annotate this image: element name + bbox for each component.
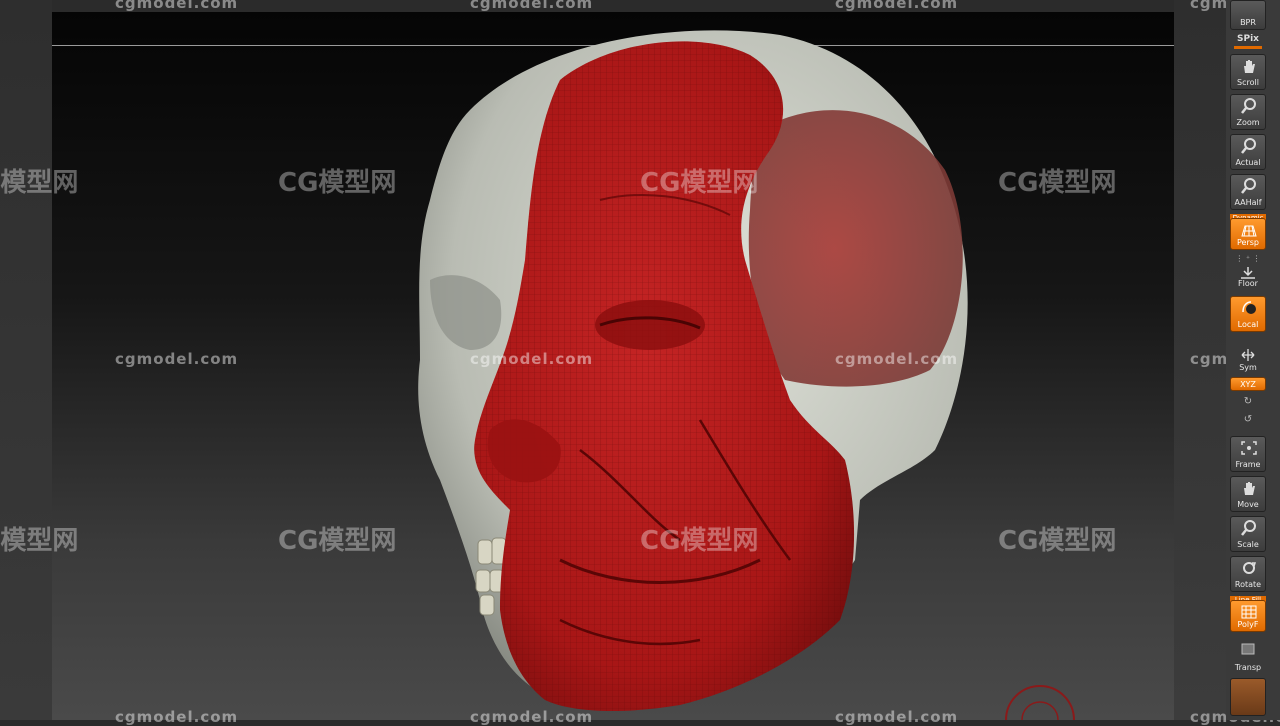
move-label: Move — [1237, 500, 1259, 509]
frame-button[interactable]: Frame — [1230, 436, 1266, 472]
polyframe-grid-icon — [1241, 605, 1257, 619]
sym-button[interactable]: Sym — [1230, 344, 1266, 374]
magnifier-icon — [1241, 138, 1256, 154]
watermark-logo: CG模型网 — [278, 168, 397, 198]
frame-label: Frame — [1235, 460, 1261, 469]
watermark-logo: CG模型网 — [0, 526, 79, 556]
scroll-label: Scroll — [1237, 78, 1259, 87]
polyf-button[interactable]: PolyF — [1230, 600, 1266, 632]
watermark-logo: CG模型网 — [640, 168, 759, 198]
local-rotate-icon — [1242, 301, 1256, 314]
watermark-url: cgmodel.com — [115, 0, 239, 12]
rotate-z-icon[interactable]: ↺ — [1230, 414, 1266, 425]
magnifier-icon — [1241, 98, 1256, 114]
transp-button[interactable]: Transp — [1230, 638, 1266, 674]
move-button[interactable]: Move — [1230, 476, 1266, 512]
record-circle-icon — [1005, 685, 1075, 720]
rotate-button[interactable]: Rotate — [1230, 556, 1266, 592]
local-button[interactable]: Local — [1230, 296, 1266, 332]
sym-label: Sym — [1239, 363, 1257, 372]
scroll-button[interactable]: Scroll — [1230, 54, 1266, 90]
floor-icon — [1241, 267, 1255, 279]
persp-button[interactable]: Persp — [1230, 218, 1266, 250]
watermark-url: cgmodel.com — [115, 708, 239, 726]
watermark-url: cgmodel.com — [835, 708, 959, 726]
rotate-label: Rotate — [1234, 580, 1262, 589]
actual-label: Actual — [1235, 158, 1261, 167]
actual-button[interactable]: Actual — [1230, 134, 1266, 170]
left-frame — [0, 0, 52, 720]
watermark-url: cgmodel.com — [835, 0, 959, 12]
floor-button[interactable]: Floor — [1230, 262, 1266, 290]
aahalf-label: AAHalf — [1234, 198, 1262, 207]
watermark-logo: CG模型网 — [998, 526, 1117, 556]
hand-icon — [1244, 60, 1255, 73]
perspective-grid-icon — [1241, 225, 1257, 237]
xyz-button[interactable]: XYZ — [1230, 377, 1266, 391]
rotate-icon — [1243, 562, 1257, 574]
polyf-label: PolyF — [1237, 620, 1259, 629]
bpr-button[interactable]: BPR — [1230, 0, 1266, 30]
spix-slider-bar[interactable] — [1234, 46, 1262, 49]
transparency-icon — [1241, 643, 1255, 655]
watermark-logo: CG模型网 — [0, 168, 79, 198]
magnifier-icon — [1241, 178, 1256, 194]
bpr-label: BPR — [1240, 18, 1256, 27]
zoom-button[interactable]: Zoom — [1230, 94, 1266, 130]
scale-label: Scale — [1237, 540, 1259, 549]
watermark-url: cgmodel.com — [470, 708, 594, 726]
transp-label: Transp — [1234, 663, 1262, 672]
watermark-url: cgmodel.com — [470, 0, 594, 12]
spix-slider-label[interactable]: SPix — [1230, 34, 1266, 44]
watermark-url: cgmodel.com — [470, 350, 594, 368]
aahalf-button[interactable]: AAHalf — [1230, 174, 1266, 210]
local-label: Local — [1237, 320, 1259, 329]
watermark-logo: CG模型网 — [278, 526, 397, 556]
rotate-y-icon[interactable]: ↻ — [1230, 396, 1266, 407]
watermark-logo: CG模型网 — [998, 168, 1117, 198]
zoom-label: Zoom — [1236, 118, 1260, 127]
magnifier-icon — [1241, 520, 1256, 536]
watermark-url: cgmodel.com — [115, 350, 239, 368]
watermark-url: cgmodel.com — [835, 350, 959, 368]
ghost-button[interactable] — [1230, 678, 1266, 716]
frame-icon — [1241, 441, 1257, 455]
symmetry-icon — [1241, 349, 1255, 361]
xyz-label: XYZ — [1240, 379, 1256, 389]
watermark-logo: CG模型网 — [640, 526, 759, 556]
right-shelf: BPR SPix Scroll Zoom Actual AAHalf Dynam… — [1226, 0, 1280, 720]
scale-button[interactable]: Scale — [1230, 516, 1266, 552]
hand-move-icon — [1244, 482, 1255, 495]
persp-label: Persp — [1237, 238, 1259, 247]
